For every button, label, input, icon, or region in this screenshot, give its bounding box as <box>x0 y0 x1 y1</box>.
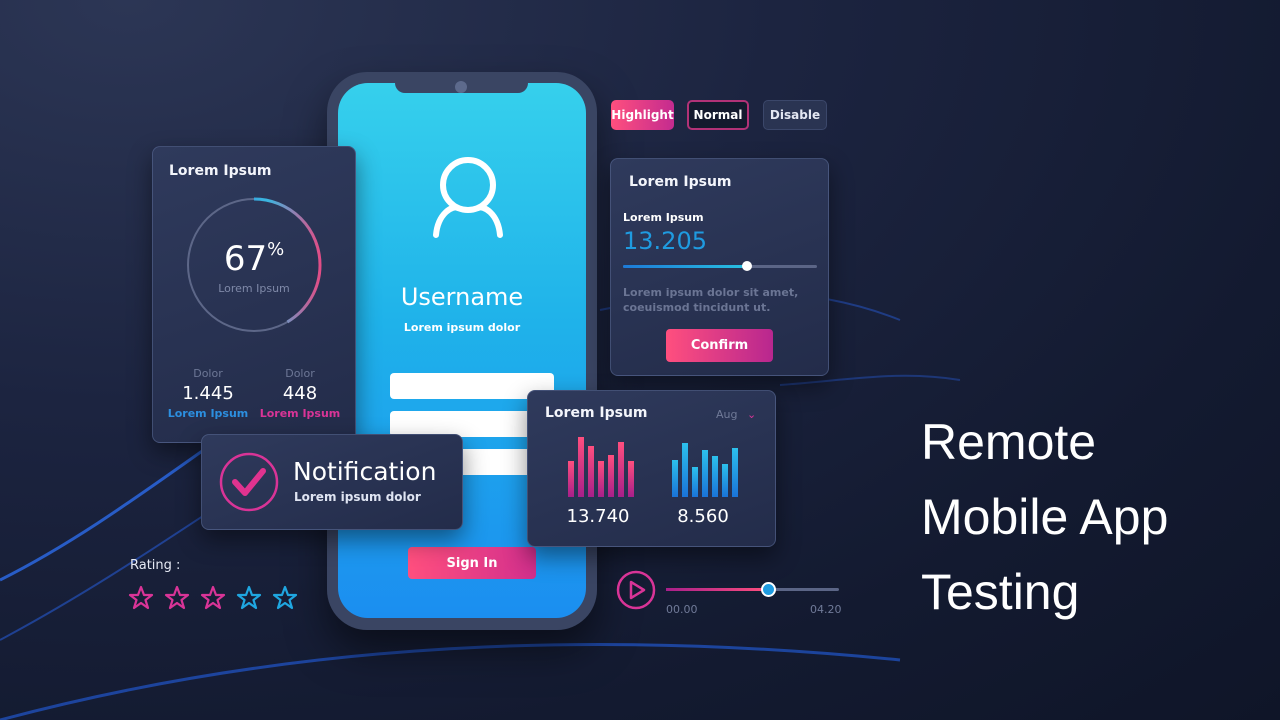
player-end-time: 04.20 <box>810 603 842 616</box>
star-icon[interactable] <box>128 585 154 611</box>
sign-in-button[interactable]: Sign In <box>408 547 536 579</box>
pink-bar <box>578 437 584 497</box>
pink-bar <box>568 461 574 497</box>
star-icon[interactable] <box>272 585 298 611</box>
slider-description-line: coeuismod tincidunt ut. <box>623 301 771 314</box>
notification-subtitle: Lorem ipsum dolor <box>294 490 421 504</box>
slider-label: Lorem Ipsum <box>623 211 704 224</box>
star-icon[interactable] <box>236 585 262 611</box>
phone-subtitle: Lorem ipsum dolor <box>403 321 521 334</box>
headline-line: Testing <box>921 564 1080 620</box>
player-start-time: 00.00 <box>666 603 698 616</box>
stat-sub: Lorem Ipsum <box>167 407 249 420</box>
rating-label: Rating : <box>130 558 181 573</box>
stat-sub: Lorem Ipsum <box>259 407 341 420</box>
progress-card-title: Lorem Ipsum <box>169 163 272 179</box>
pink-bar <box>618 441 624 497</box>
blue-bar <box>682 443 688 497</box>
chevron-down-icon: ⌄ <box>746 408 757 421</box>
blue-bar <box>702 450 708 497</box>
slider-handle[interactable] <box>742 261 753 271</box>
slider-card-title: Lorem Ipsum <box>629 174 732 190</box>
headline: Remote Mobile App Testing <box>921 405 1168 630</box>
highlight-button[interactable]: Highlight <box>611 100 674 130</box>
blue-bar <box>722 464 728 497</box>
headline-line: Mobile App <box>921 489 1169 545</box>
normal-button[interactable]: Normal <box>687 100 749 130</box>
pink-bar <box>598 461 604 497</box>
month-select[interactable]: Aug ⌄ <box>716 408 756 421</box>
blue-bar <box>732 447 738 497</box>
check-circle-icon <box>219 452 279 512</box>
blue-bar <box>712 456 718 497</box>
blue-bar-series <box>672 437 738 497</box>
pink-bar <box>588 446 594 497</box>
left-total-value: 13.740 <box>566 506 630 527</box>
user-icon <box>433 157 503 238</box>
username-label: Username <box>400 283 524 311</box>
progress-percent-sign: % <box>267 239 285 260</box>
month-value: Aug <box>716 408 738 421</box>
pink-bar-series <box>568 437 634 497</box>
slider-value: 13.205 <box>623 227 707 255</box>
progress-percent-value: 67 <box>223 239 268 279</box>
pink-bar <box>628 461 634 497</box>
blue-bar <box>672 459 678 497</box>
progress-caption: Lorem Ipsum <box>218 282 290 295</box>
disable-button[interactable]: Disable <box>763 100 827 130</box>
slider-card: Lorem Ipsum Lorem Ipsum 13.205 Lorem ips… <box>610 158 829 376</box>
value-slider[interactable] <box>623 261 817 271</box>
confirm-button[interactable]: Confirm <box>666 329 773 362</box>
stat-label: Dolor <box>193 367 223 380</box>
notification-card: Notification Lorem ipsum dolor <box>201 434 463 530</box>
audio-progress-bar[interactable] <box>666 582 839 597</box>
notification-title: Notification <box>293 457 437 486</box>
star-icon[interactable] <box>200 585 226 611</box>
right-total-value: 8.560 <box>677 506 729 527</box>
stat-label: Dolor <box>285 367 315 380</box>
blue-bar <box>692 467 698 497</box>
headline-line: Remote <box>921 414 1097 470</box>
chart-card: Lorem Ipsum Aug ⌄ 13.740 8.560 <box>527 390 776 547</box>
progress-card: Lorem Ipsum 67% Lorem Ipsum Dolor 1.445 … <box>152 146 356 443</box>
play-button-icon[interactable] <box>616 570 656 610</box>
camera-icon <box>455 81 467 93</box>
chart-card-title: Lorem Ipsum <box>545 405 648 421</box>
pink-bar <box>608 455 614 497</box>
slider-description-line: Lorem ipsum dolor sit amet, <box>623 286 799 299</box>
audio-progress-handle[interactable] <box>761 582 777 597</box>
stat-value: 448 <box>282 383 318 404</box>
stat-value: 1.445 <box>182 383 234 404</box>
star-icon[interactable] <box>164 585 190 611</box>
